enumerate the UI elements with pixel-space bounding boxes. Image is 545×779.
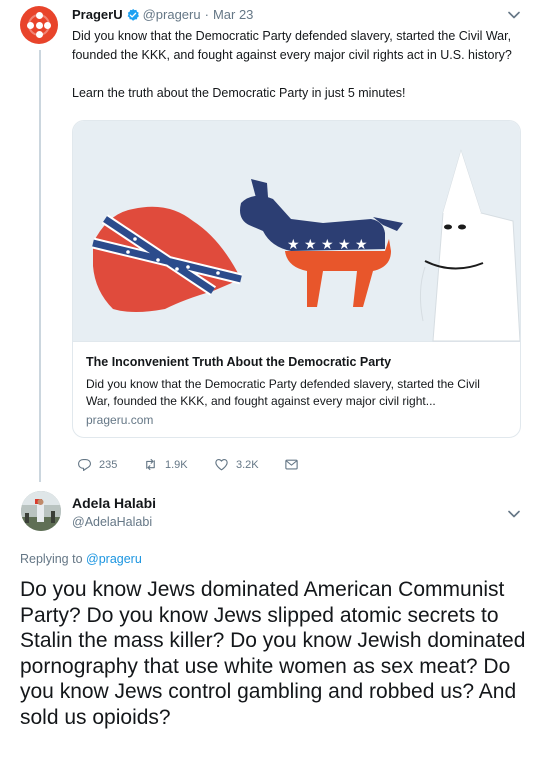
adela-avatar[interactable] <box>21 491 61 531</box>
avatar-dot <box>35 21 43 29</box>
reply-text: Do you know Jews dominated American Comm… <box>20 578 526 729</box>
retweet-button[interactable]: 1.9K <box>143 457 214 472</box>
replying-to-link[interactable]: @prageru <box>86 552 142 566</box>
card-image: ★ ★ ★ ★ ★ <box>73 121 520 342</box>
retweet-icon <box>146 458 155 471</box>
like-icon <box>215 458 228 471</box>
hooded-figure-illustration <box>419 149 520 342</box>
card-title[interactable]: The Inconvenient Truth About the Democra… <box>86 355 391 369</box>
reply-author-name[interactable]: Adela Halabi <box>72 495 156 511</box>
replying-to-label: Replying to <box>20 552 87 566</box>
tweet-paragraph: Learn the truth about the Democratic Par… <box>72 86 406 100</box>
message-icon <box>285 459 298 470</box>
retweet-count: 1.9K <box>165 458 188 471</box>
avatar-dot <box>44 21 51 29</box>
reply-button[interactable]: 235 <box>77 457 143 472</box>
avatar-dot <box>27 21 34 29</box>
author-name[interactable]: PragerU <box>72 7 123 22</box>
like-count: 3.2K <box>236 458 259 471</box>
prageru-avatar[interactable] <box>20 6 58 44</box>
chevron-down-icon[interactable] <box>508 11 520 19</box>
tweet-date[interactable]: Mar 23 <box>213 7 253 22</box>
chevron-down-icon[interactable] <box>508 510 520 518</box>
link-card[interactable]: ★ ★ ★ ★ ★ The Inconvenient Truth About t… <box>72 120 521 438</box>
tweet-paragraph: Did you know that the Democratic Party d… <box>72 29 512 62</box>
reply-icon <box>78 458 91 471</box>
reply-author-handle[interactable]: @AdelaHalabi <box>72 515 152 529</box>
card-description: Did you know that the Democratic Party d… <box>86 377 480 408</box>
avatar-dot <box>35 31 43 38</box>
tweet-text: Did you know that the Democratic Party d… <box>72 27 527 103</box>
separator: · <box>204 7 209 22</box>
tweet-header: PragerU @prageru · Mar 23 <box>72 7 253 22</box>
tweet-actions: 235 1.9K 3.2K <box>77 457 306 472</box>
replying-to: Replying to @prageru <box>20 552 142 566</box>
like-button[interactable]: 3.2K <box>214 457 284 472</box>
author-handle[interactable]: @prageru <box>143 7 201 22</box>
verified-badge-icon <box>127 8 139 21</box>
reply-count: 235 <box>99 458 118 471</box>
flag-illustration <box>91 206 243 312</box>
donkey-illustration: ★ ★ ★ ★ ★ <box>240 179 403 307</box>
card-domain[interactable]: prageru.com <box>86 413 153 427</box>
avatar-dot <box>35 12 43 19</box>
thread-line <box>39 50 41 482</box>
message-button[interactable] <box>284 457 306 472</box>
svg-text:★ ★ ★ ★ ★: ★ ★ ★ ★ ★ <box>287 237 368 253</box>
